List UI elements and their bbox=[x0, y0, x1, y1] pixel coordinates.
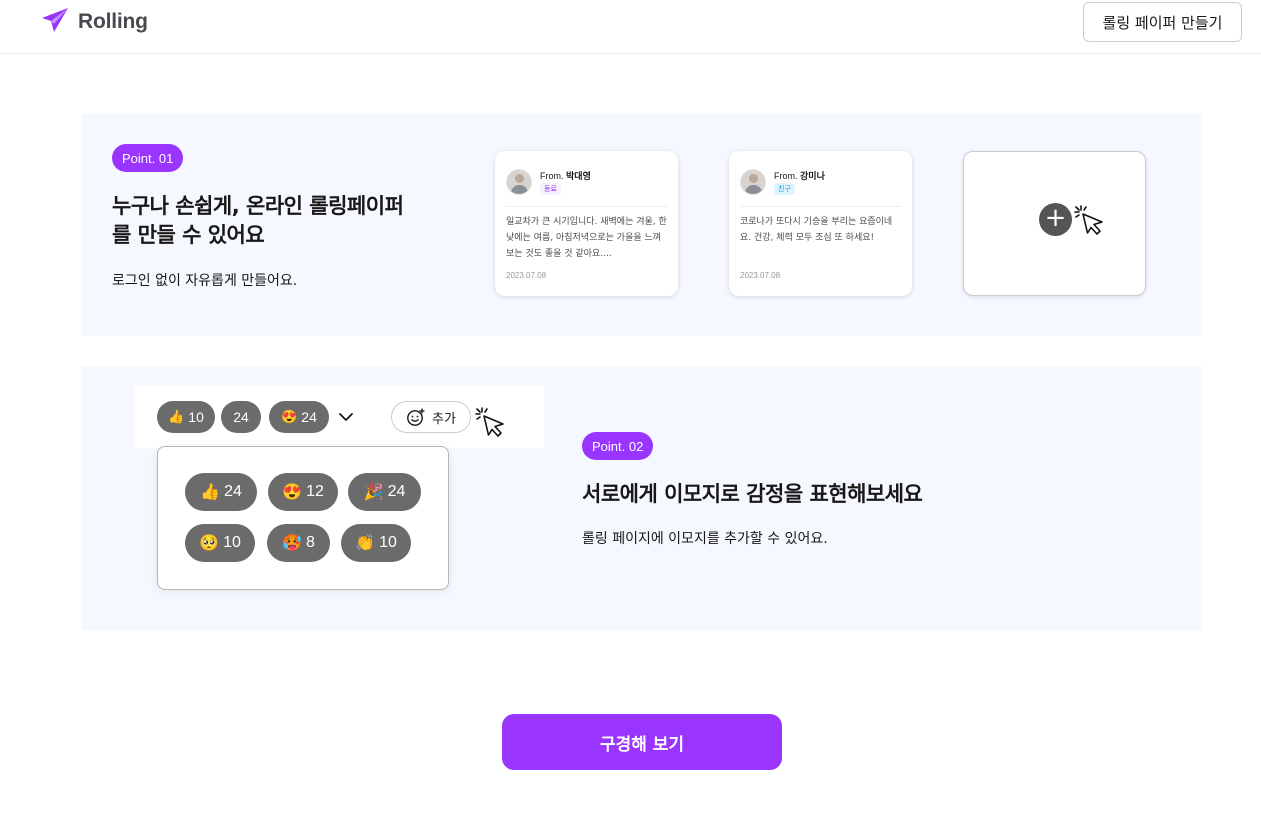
create-rolling-paper-button[interactable]: 롤링 페이퍼 만들기 bbox=[1083, 2, 1242, 42]
feature-section-2: 👍 10 24 😍 24 추가 👍 24 😍 12 🎉 24 🥺 10 🥵 8 … bbox=[82, 366, 1202, 630]
cursor-click-icon bbox=[1074, 205, 1103, 235]
add-emoji-label: 추가 bbox=[432, 411, 456, 427]
section-title: 누구나 손쉽게, 온라인 롤링페이퍼 를 만들 수 있어요 bbox=[112, 192, 452, 250]
avatar bbox=[740, 169, 766, 195]
point-badge: Point. 01 bbox=[112, 144, 184, 172]
paper-plane-icon bbox=[40, 6, 70, 38]
chevron-down-icon[interactable] bbox=[338, 410, 354, 424]
relationship-badge: 친구 bbox=[774, 183, 795, 195]
card-from: From. 박대영 bbox=[540, 171, 591, 181]
message-card: From. 강미나 친구 코로나가 또다시 기승을 부리는 요즘이네요. 건강,… bbox=[729, 151, 912, 296]
section-description: 롤링 페이지에 이모지를 추가할 수 있어요. bbox=[582, 531, 828, 547]
title-line-1: 누구나 손쉽게, 온라인 롤링페이퍼 bbox=[112, 194, 404, 218]
card-date: 2023.07.08 bbox=[740, 271, 781, 280]
relationship-badge: 동료 bbox=[540, 183, 561, 195]
reaction-pill[interactable]: 24 bbox=[221, 401, 261, 433]
card-from: From. 강미나 bbox=[774, 171, 825, 181]
reaction-pill[interactable]: 😍 24 bbox=[269, 401, 329, 433]
reaction-pill[interactable]: 🎉 24 bbox=[348, 473, 421, 511]
message-card: From. 박대영 동료 일교차가 큰 시기입니다. 새벽에는 겨울, 한낮에는… bbox=[495, 151, 678, 296]
card-body: 코로나가 또다시 기승을 부리는 요즘이네요. 건강, 체력 모두 조심 또 하… bbox=[740, 217, 893, 243]
reaction-pill[interactable]: 🥺 10 bbox=[185, 524, 255, 562]
card-date: 2023.07.08 bbox=[506, 271, 547, 280]
reaction-pill[interactable]: 👍 24 bbox=[185, 473, 257, 511]
emoji-dropdown-panel: 👍 24 😍 12 🎉 24 🥺 10 🥵 8 👏 10 bbox=[157, 446, 449, 590]
card-body: 일교차가 큰 시기입니다. 새벽에는 겨울, 한낮에는 여름, 아침저녁으로는 … bbox=[506, 217, 667, 259]
add-message-card[interactable]: + bbox=[963, 151, 1146, 296]
reaction-pill[interactable]: 👍 10 bbox=[157, 401, 215, 433]
divider bbox=[506, 206, 667, 207]
reaction-pill[interactable]: 🥵 8 bbox=[267, 524, 330, 562]
logo[interactable]: Rolling bbox=[40, 6, 148, 38]
point-badge: Point. 02 bbox=[582, 432, 654, 460]
divider bbox=[740, 206, 901, 207]
section-description: 로그인 없이 자유롭게 만들어요. bbox=[112, 273, 298, 289]
add-emoji-icon bbox=[407, 408, 425, 426]
title-line-2: 를 만들 수 있어요 bbox=[112, 223, 265, 247]
browse-button[interactable]: 구경해 보기 bbox=[502, 714, 782, 770]
cursor-click-icon bbox=[475, 407, 504, 437]
plus-icon[interactable]: + bbox=[1039, 203, 1072, 236]
feature-section-1: Point. 01 누구나 손쉽게, 온라인 롤링페이퍼 를 만들 수 있어요 … bbox=[82, 114, 1202, 336]
reaction-pill[interactable]: 😍 12 bbox=[268, 473, 338, 511]
logo-text: Rolling bbox=[78, 10, 148, 33]
section-title: 서로에게 이모지로 감정을 표현해보세요 bbox=[582, 482, 923, 506]
avatar bbox=[506, 169, 532, 195]
add-emoji-button[interactable]: 추가 bbox=[391, 401, 471, 433]
reaction-pill[interactable]: 👏 10 bbox=[341, 524, 411, 562]
header: Rolling 롤링 페이퍼 만들기 bbox=[0, 0, 1261, 54]
